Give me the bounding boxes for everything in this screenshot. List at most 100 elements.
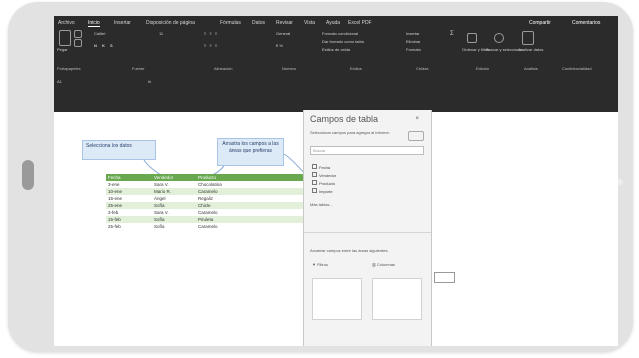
- insert-cells-button[interactable]: Insertar: [406, 31, 420, 36]
- comments-button[interactable]: Comentarios: [572, 20, 600, 26]
- table-row[interactable]: 3-ene Sara V. Chocolatina 90 €: [106, 181, 323, 188]
- delete-cells-button[interactable]: Eliminar: [406, 39, 420, 44]
- table-header-cell: Producto: [198, 175, 217, 180]
- table-cell[interactable]: Sofía: [152, 223, 196, 230]
- table-cell[interactable]: Sara V.: [152, 209, 196, 216]
- format-as-table-button[interactable]: Dar formato como tabla: [322, 39, 364, 44]
- table-cell[interactable]: 25-ene: [106, 202, 152, 209]
- pivot-panel-title: Campos de tabla: [310, 114, 379, 124]
- table-cell[interactable]: Chicle: [196, 202, 258, 209]
- table-cell[interactable]: Caramelo: [196, 188, 258, 195]
- table-cell[interactable]: Piruleta: [196, 216, 258, 223]
- font-size-select[interactable]: 11: [159, 31, 163, 36]
- table-cell[interactable]: Regaliz: [196, 195, 258, 202]
- analyze-data-label: Analizar datos: [518, 47, 544, 52]
- table-cell[interactable]: 3-ene: [106, 181, 152, 188]
- selected-cell[interactable]: [434, 272, 455, 283]
- tab-vista[interactable]: Vista: [304, 20, 315, 26]
- tab-excel-pdf[interactable]: Excel PDF: [348, 20, 372, 26]
- table-row[interactable]: 25-feb Sofía Caramelo 110 €: [106, 223, 323, 230]
- currency-icon[interactable]: € %: [276, 43, 283, 48]
- pivot-search-input[interactable]: Buscar: [310, 146, 424, 155]
- table-cell[interactable]: Caramelo: [196, 209, 258, 216]
- conditional-format-button[interactable]: Formato condicional: [322, 31, 358, 36]
- group-label-cells: Celdas: [416, 66, 429, 71]
- table-cell[interactable]: Chocolatina: [196, 181, 258, 188]
- search-icon[interactable]: [494, 33, 504, 43]
- pivot-fields-panel: Campos de tabla × Seleccionar campos par…: [303, 110, 432, 346]
- group-label-sensitivity: Confidencialidad: [562, 66, 592, 71]
- align-icons-2[interactable]: ≡ ≡ ≡: [204, 43, 218, 48]
- table-row[interactable]: 25-ene Sofía Chicle 110 €: [106, 202, 323, 209]
- tablet-frame: Archivo Inicio Insertar Disposición de p…: [8, 2, 633, 352]
- group-label-styles: Estilos: [350, 66, 362, 71]
- pivot-field-fecha[interactable]: Fecha: [312, 164, 330, 170]
- copy-icon[interactable]: [74, 39, 82, 47]
- table-header-cell: Fecha: [108, 175, 121, 180]
- pivot-field-importe[interactable]: Importe: [312, 188, 333, 194]
- tab-disposicion[interactable]: Disposición de página: [146, 20, 195, 26]
- analyze-data-icon[interactable]: [522, 31, 534, 45]
- table-cell[interactable]: Sofía: [152, 216, 196, 223]
- tablet-screen: Archivo Inicio Insertar Disposición de p…: [54, 16, 618, 346]
- name-box[interactable]: A1: [57, 79, 62, 84]
- tab-inicio[interactable]: Inicio: [88, 20, 100, 27]
- tablet-side-button: [22, 160, 34, 190]
- font-name-select[interactable]: Calibri: [94, 31, 105, 36]
- columns-area-label: ▥ Columnas: [372, 262, 395, 267]
- tab-revisar[interactable]: Revisar: [276, 20, 293, 26]
- table-cell[interactable]: 15-feb: [106, 216, 152, 223]
- group-label-editing: Edición: [476, 66, 490, 71]
- align-icons[interactable]: ≡ ≡ ≡: [204, 31, 218, 36]
- table-row[interactable]: 15-ene Ángel Regaliz 80 €: [106, 195, 323, 202]
- table-row[interactable]: 15-feb Sofía Piruleta 30 €: [106, 216, 323, 223]
- settings-gear-icon[interactable]: [408, 131, 424, 141]
- formula-bar: A1 fx: [54, 78, 618, 86]
- cell-styles-button[interactable]: Estilos de celda: [322, 47, 350, 52]
- tab-insertar[interactable]: Insertar: [114, 20, 131, 26]
- data-table[interactable]: Fecha Vendedor Producto Importe 3-ene Sa…: [106, 174, 323, 230]
- filter-area-label: ▼ Filtros: [312, 262, 328, 267]
- filters-drop-area[interactable]: [312, 278, 362, 320]
- share-button[interactable]: Compartir: [529, 20, 551, 26]
- table-cell[interactable]: Sara V.: [152, 181, 196, 188]
- table-cell[interactable]: Ángel: [152, 195, 196, 202]
- tab-archivo[interactable]: Archivo: [58, 20, 75, 26]
- table-row[interactable]: 3-feb Sara V. Caramelo 210 €: [106, 209, 323, 216]
- filter-icon: ▼: [312, 262, 316, 267]
- tab-formulas[interactable]: Fórmulas: [220, 20, 241, 26]
- table-cell[interactable]: Mario R.: [152, 188, 196, 195]
- excel-ribbon: Archivo Inicio Insertar Disposición de p…: [54, 16, 618, 112]
- pivot-panel-subtitle: Seleccionar campos para agregar al infor…: [310, 130, 390, 135]
- pivot-search-placeholder: Buscar: [313, 148, 326, 153]
- table-cell[interactable]: 10-ene: [106, 188, 152, 195]
- paste-icon[interactable]: [59, 30, 71, 46]
- paste-label: Pegar: [57, 47, 68, 52]
- table-cell[interactable]: 25-feb: [106, 223, 152, 230]
- tab-ayuda[interactable]: Ayuda: [326, 20, 340, 26]
- format-cells-button[interactable]: Formato: [406, 47, 421, 52]
- table-cell[interactable]: Sofía: [152, 202, 196, 209]
- table-cell[interactable]: 3-feb: [106, 209, 152, 216]
- columns-icon: ▥: [372, 262, 376, 267]
- columns-drop-area[interactable]: [372, 278, 422, 320]
- table-row[interactable]: 10-ene Mario R. Caramelo 200 €: [106, 188, 323, 195]
- sum-icon[interactable]: Σ: [450, 31, 454, 37]
- ribbon-group-labels: Portapapeles Fuente Alineación Número Es…: [54, 66, 618, 74]
- table-cell[interactable]: 15-ene: [106, 195, 152, 202]
- table-header-row: Fecha Vendedor Producto Importe: [106, 174, 323, 181]
- fx-icon[interactable]: fx: [148, 79, 151, 84]
- table-cell[interactable]: Caramelo: [196, 223, 258, 230]
- number-format-select[interactable]: General: [276, 31, 290, 36]
- tab-datos[interactable]: Datos: [252, 20, 265, 26]
- sort-filter-icon[interactable]: [467, 33, 477, 43]
- pivot-divider: [304, 232, 431, 233]
- pivot-field-producto[interactable]: Producto: [312, 180, 335, 186]
- close-icon[interactable]: ×: [415, 116, 419, 122]
- bold-italic-underline-icons[interactable]: N K S: [94, 43, 115, 48]
- more-tables-link[interactable]: Más tablas...: [310, 202, 333, 207]
- pivot-drag-hint: Arrastrar campos entre las áreas siguien…: [310, 248, 389, 253]
- pivot-field-vendedor[interactable]: Vendedor: [312, 172, 336, 178]
- cut-icon[interactable]: [74, 30, 82, 38]
- table-header-cell: Vendedor: [154, 175, 174, 180]
